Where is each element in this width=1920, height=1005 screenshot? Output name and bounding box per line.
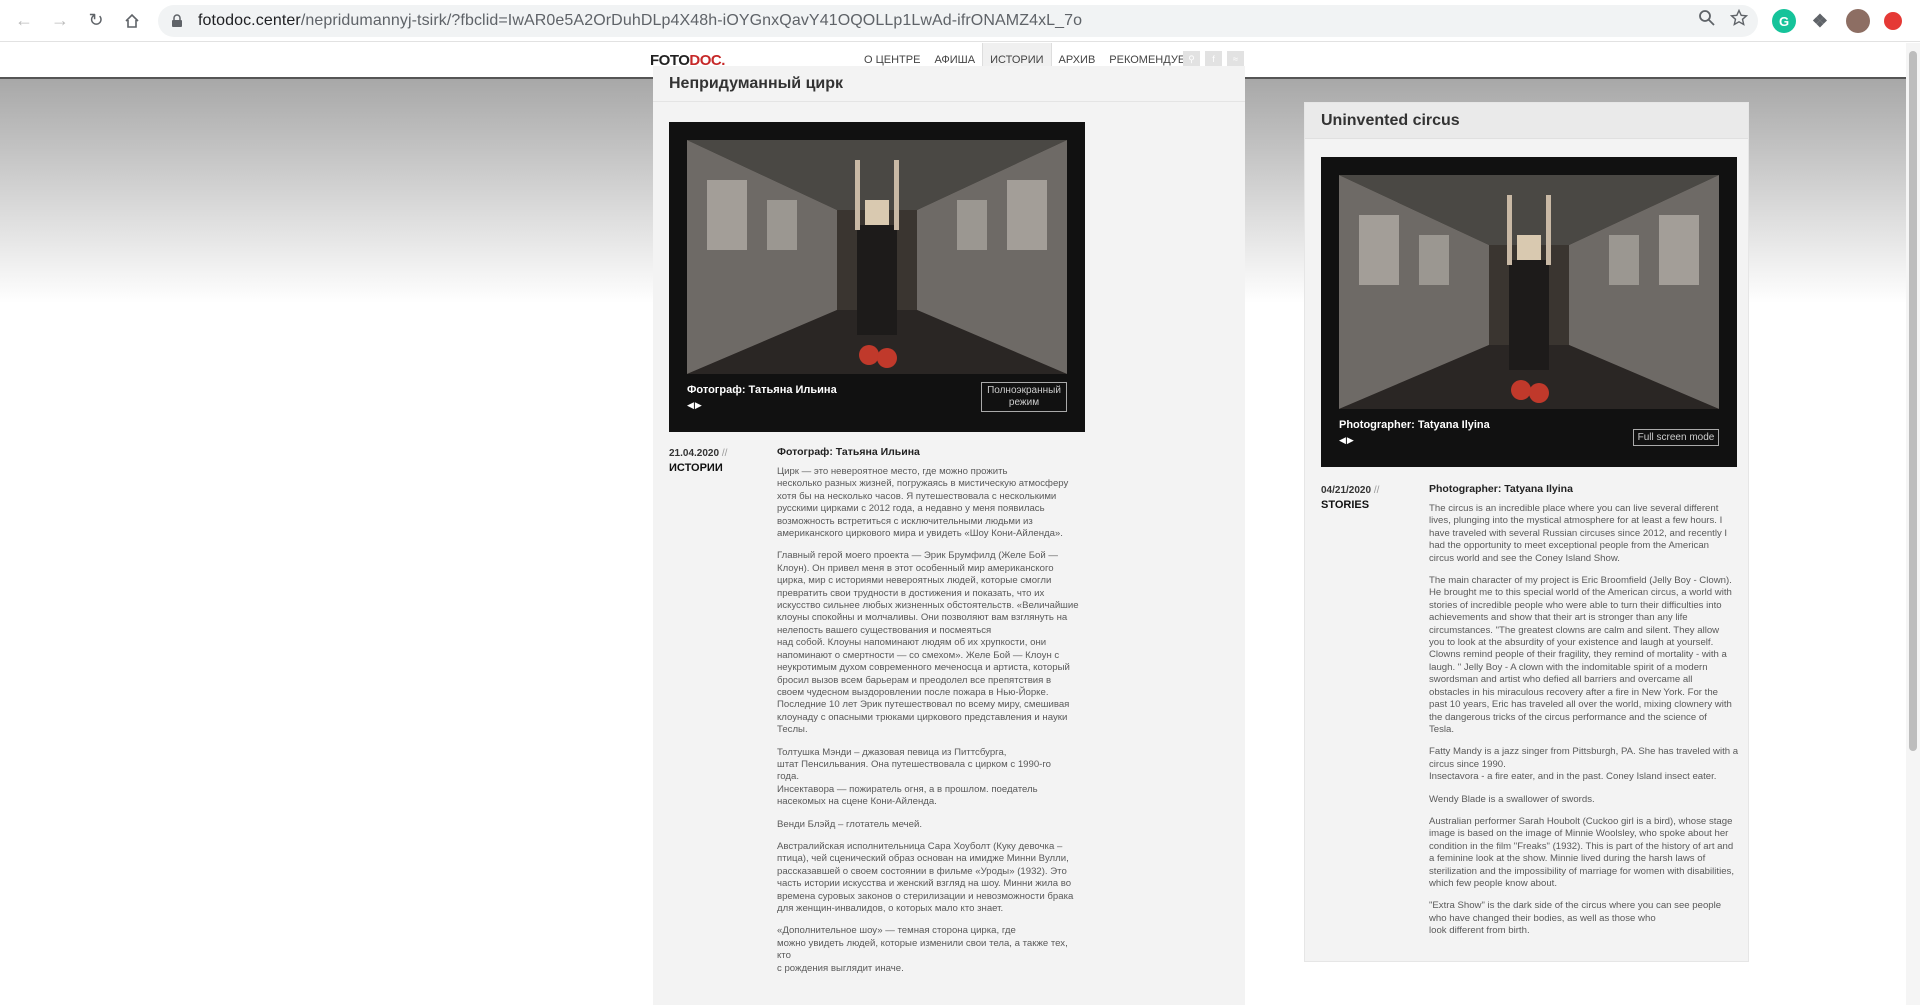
article-body-ru: Цирк — это невероятное место, где можно … (777, 466, 1095, 985)
photo-viewer-ru: Фотограф: Татьяна Ильина ◀▶ Полноэкранны… (669, 122, 1085, 432)
url-path: /nepridumannyj-tsirk/?fbclid=IwAR0e5A2Or… (300, 12, 1083, 29)
article-date-en: 04/21/2020 // (1321, 485, 1379, 496)
date-text-ru: 21.04.2020 (669, 448, 720, 459)
photo-nav-arrows-en[interactable]: ◀▶ (1339, 435, 1355, 446)
article-ru: Непридуманный цирк Фотограф: Татьяна Иль… (653, 66, 1245, 1005)
bookmark-star-icon[interactable] (1730, 9, 1748, 27)
reload-icon[interactable]: ↻ (84, 9, 108, 33)
browser-toolbar: ← → ↻ fotodoc.center/nepridumannyj-tsirk… (0, 0, 1920, 42)
paragraph: Толтушка Мэнди – джазовая певица из Питт… (777, 746, 1051, 808)
paragraph: Цирк — это невероятное место, где можно … (777, 466, 1069, 540)
web-page: FOTODOC. О ЦЕНТРЕ АФИША ИСТОРИИ АРХИВ РЕ… (0, 43, 1906, 1005)
article-category-ru[interactable]: ИСТОРИИ (669, 462, 723, 474)
scrollbar-thumb[interactable] (1909, 51, 1917, 751)
paragraph: Главный герой моего проекта — Эрик Брумф… (777, 550, 1079, 736)
paragraph: The circus is an incredible place where … (1429, 503, 1728, 564)
photo-nav-arrows-ru[interactable]: ◀▶ (687, 400, 703, 411)
paragraph: Австралийская исполнительница Сара Хоубо… (777, 840, 1074, 914)
article-heading-en: Photographer: Tatyana Ilyina (1429, 483, 1573, 495)
paragraph: "Extra Show" is the dark side of the cir… (1429, 900, 1722, 937)
subway-clown-photo-ru[interactable] (687, 140, 1067, 374)
article-body-en: The circus is an incredible place where … (1429, 503, 1741, 948)
photo-caption-ru: Фотограф: Татьяна Ильина (687, 384, 837, 396)
paragraph: Wendy Blade is a swallower of swords. (1429, 793, 1595, 805)
back-icon[interactable]: ← (12, 9, 36, 33)
forward-icon[interactable]: → (48, 9, 72, 33)
profile-avatar[interactable] (1846, 9, 1870, 33)
date-sep-en: // (1373, 485, 1380, 496)
address-bar[interactable]: fotodoc.center/nepridumannyj-tsirk/?fbcl… (158, 5, 1758, 37)
article-title-en: Uninvented circus (1305, 103, 1748, 139)
article-heading-ru: Фотограф: Татьяна Ильина (777, 446, 920, 458)
fullscreen-button-en[interactable]: Full screen mode (1633, 429, 1719, 446)
paragraph: The main character of my project is Eric… (1429, 575, 1732, 735)
paragraph: Fatty Mandy is a jazz singer from Pittsb… (1429, 746, 1739, 783)
article-title-ru: Непридуманный цирк (653, 66, 1245, 102)
lock-icon (172, 14, 182, 27)
page-scrollbar[interactable] (1906, 43, 1920, 1005)
subway-clown-photo-en[interactable] (1339, 175, 1719, 409)
paragraph: Венди Блэйд – глотатель мечей. (777, 818, 923, 830)
fullscreen-button-ru[interactable]: Полноэкранный режим (981, 382, 1067, 412)
zoom-icon[interactable] (1698, 9, 1716, 27)
article-category-en[interactable]: STORIES (1321, 499, 1369, 511)
url-domain: fotodoc.center (198, 12, 301, 29)
paragraph: «Дополнительное шоу» — темная сторона ци… (777, 925, 1068, 974)
paragraph: Australian performer Sarah Houbolt (Cuck… (1429, 815, 1734, 889)
date-text-en: 04/21/2020 (1321, 485, 1372, 496)
home-icon[interactable] (120, 9, 144, 33)
date-sep-ru: // (721, 448, 728, 459)
photo-viewer-en: Photographer: Tatyana Ilyina ◀▶ Full scr… (1321, 157, 1737, 467)
extension-alert-icon[interactable] (1884, 12, 1902, 30)
article-en: Uninvented circus Photographer: Tatyana … (1304, 102, 1749, 962)
grammarly-extension-icon[interactable]: G (1772, 9, 1796, 33)
extensions-puzzle-icon[interactable]: ❖ (1808, 9, 1832, 33)
photo-caption-en: Photographer: Tatyana Ilyina (1339, 419, 1490, 431)
url-text: fotodoc.center/nepridumannyj-tsirk/?fbcl… (198, 12, 1082, 30)
article-date-ru: 21.04.2020 // (669, 448, 727, 459)
